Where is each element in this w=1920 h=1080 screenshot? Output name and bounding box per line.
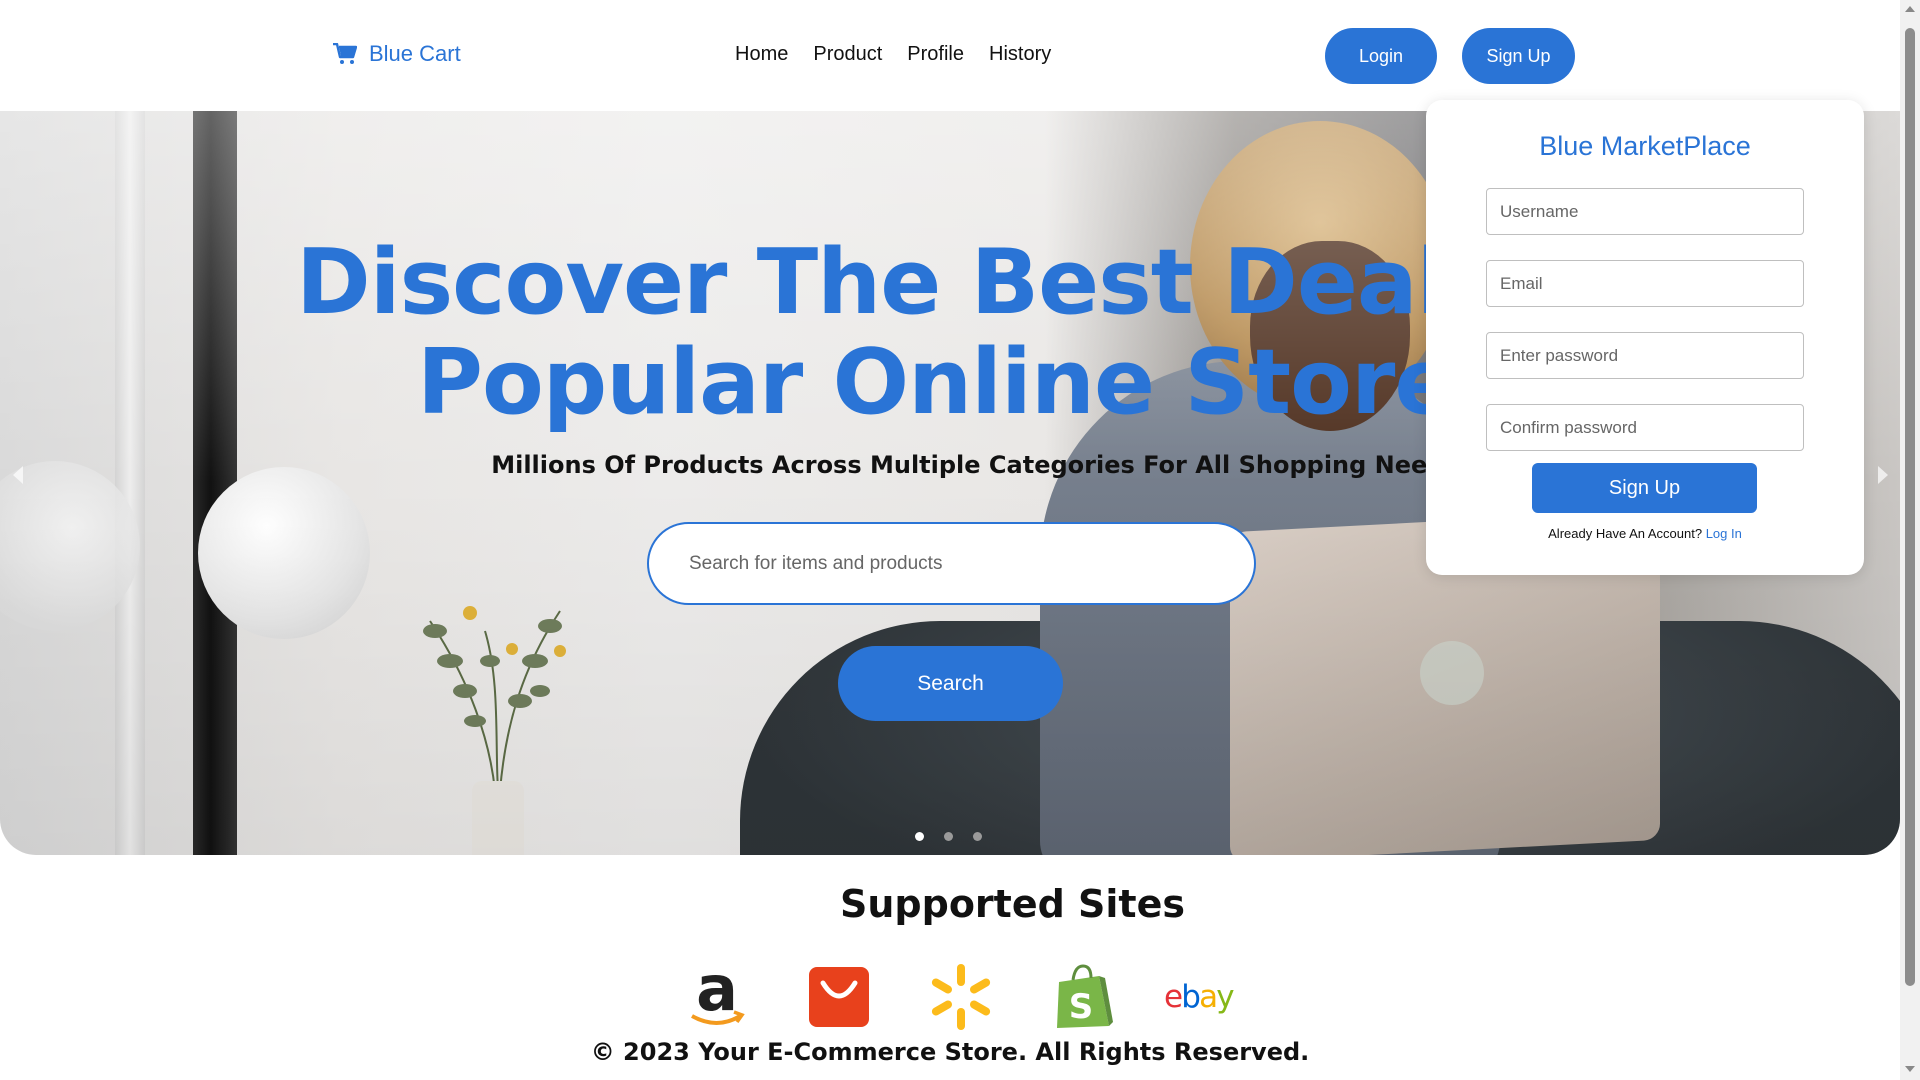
scroll-up-icon[interactable]	[1905, 6, 1915, 12]
username-field[interactable]	[1500, 201, 1803, 222]
site-header: Blue Cart Home Product Profile History L…	[0, 0, 1900, 111]
carousel-dot-3[interactable]	[973, 832, 982, 841]
carousel-indicators	[915, 832, 982, 841]
shopify-icon[interactable]: S	[1042, 962, 1124, 1032]
username-field-wrap	[1486, 188, 1804, 235]
login-link[interactable]: Log In	[1706, 526, 1742, 541]
password-field-wrap	[1486, 332, 1804, 379]
nav-home[interactable]: Home	[735, 43, 788, 66]
email-field-wrap	[1486, 260, 1804, 307]
brand-logo[interactable]: Blue Cart	[333, 41, 461, 67]
search-input[interactable]	[689, 552, 1254, 575]
copyright-text: © 2023 Your E-Commerce Store. All Rights…	[590, 1038, 1310, 1066]
supported-sites-title: Supported Sites	[840, 882, 1185, 926]
carousel-dot-1[interactable]	[915, 832, 924, 841]
nav-product[interactable]: Product	[813, 43, 882, 66]
signup-submit-button[interactable]: Sign Up	[1532, 463, 1757, 513]
confirm-password-field[interactable]	[1500, 417, 1803, 438]
signup-card-footer: Already Have An Account? Log In	[1426, 526, 1864, 541]
email-field[interactable]	[1500, 273, 1803, 294]
signup-card: Blue MarketPlace Sign Up Already Have An…	[1426, 100, 1864, 575]
signup-button[interactable]: Sign Up	[1462, 28, 1575, 84]
aliexpress-icon[interactable]	[798, 962, 880, 1032]
carousel-dot-2[interactable]	[944, 832, 953, 841]
ebay-icon[interactable]: ebay	[1164, 962, 1246, 1032]
signup-card-title: Blue MarketPlace	[1539, 131, 1751, 161]
svg-text:S: S	[1069, 987, 1094, 1027]
confirm-password-field-wrap	[1486, 404, 1804, 451]
search-box	[647, 522, 1256, 605]
nav-history[interactable]: History	[989, 43, 1051, 66]
already-account-text: Already Have An Account?	[1548, 526, 1703, 541]
login-button[interactable]: Login	[1325, 28, 1437, 84]
amazon-icon[interactable]: a	[676, 962, 758, 1032]
svg-text:ebay: ebay	[1164, 979, 1234, 1015]
search-button[interactable]: Search	[838, 646, 1063, 721]
nav-profile[interactable]: Profile	[907, 43, 964, 66]
walmart-icon[interactable]	[920, 962, 1002, 1032]
brand-name: Blue Cart	[369, 41, 461, 66]
main-nav: Home Product Profile History	[735, 43, 1051, 66]
password-field[interactable]	[1500, 345, 1803, 366]
svg-text:a: a	[696, 962, 738, 1025]
scroll-down-icon[interactable]	[1905, 1066, 1915, 1072]
supported-sites-logos: a S ebay	[676, 962, 1246, 1032]
scrollbar-thumb[interactable]	[1905, 28, 1915, 986]
shopping-cart-icon	[333, 43, 357, 64]
page-scrollbar[interactable]	[1900, 0, 1920, 1080]
